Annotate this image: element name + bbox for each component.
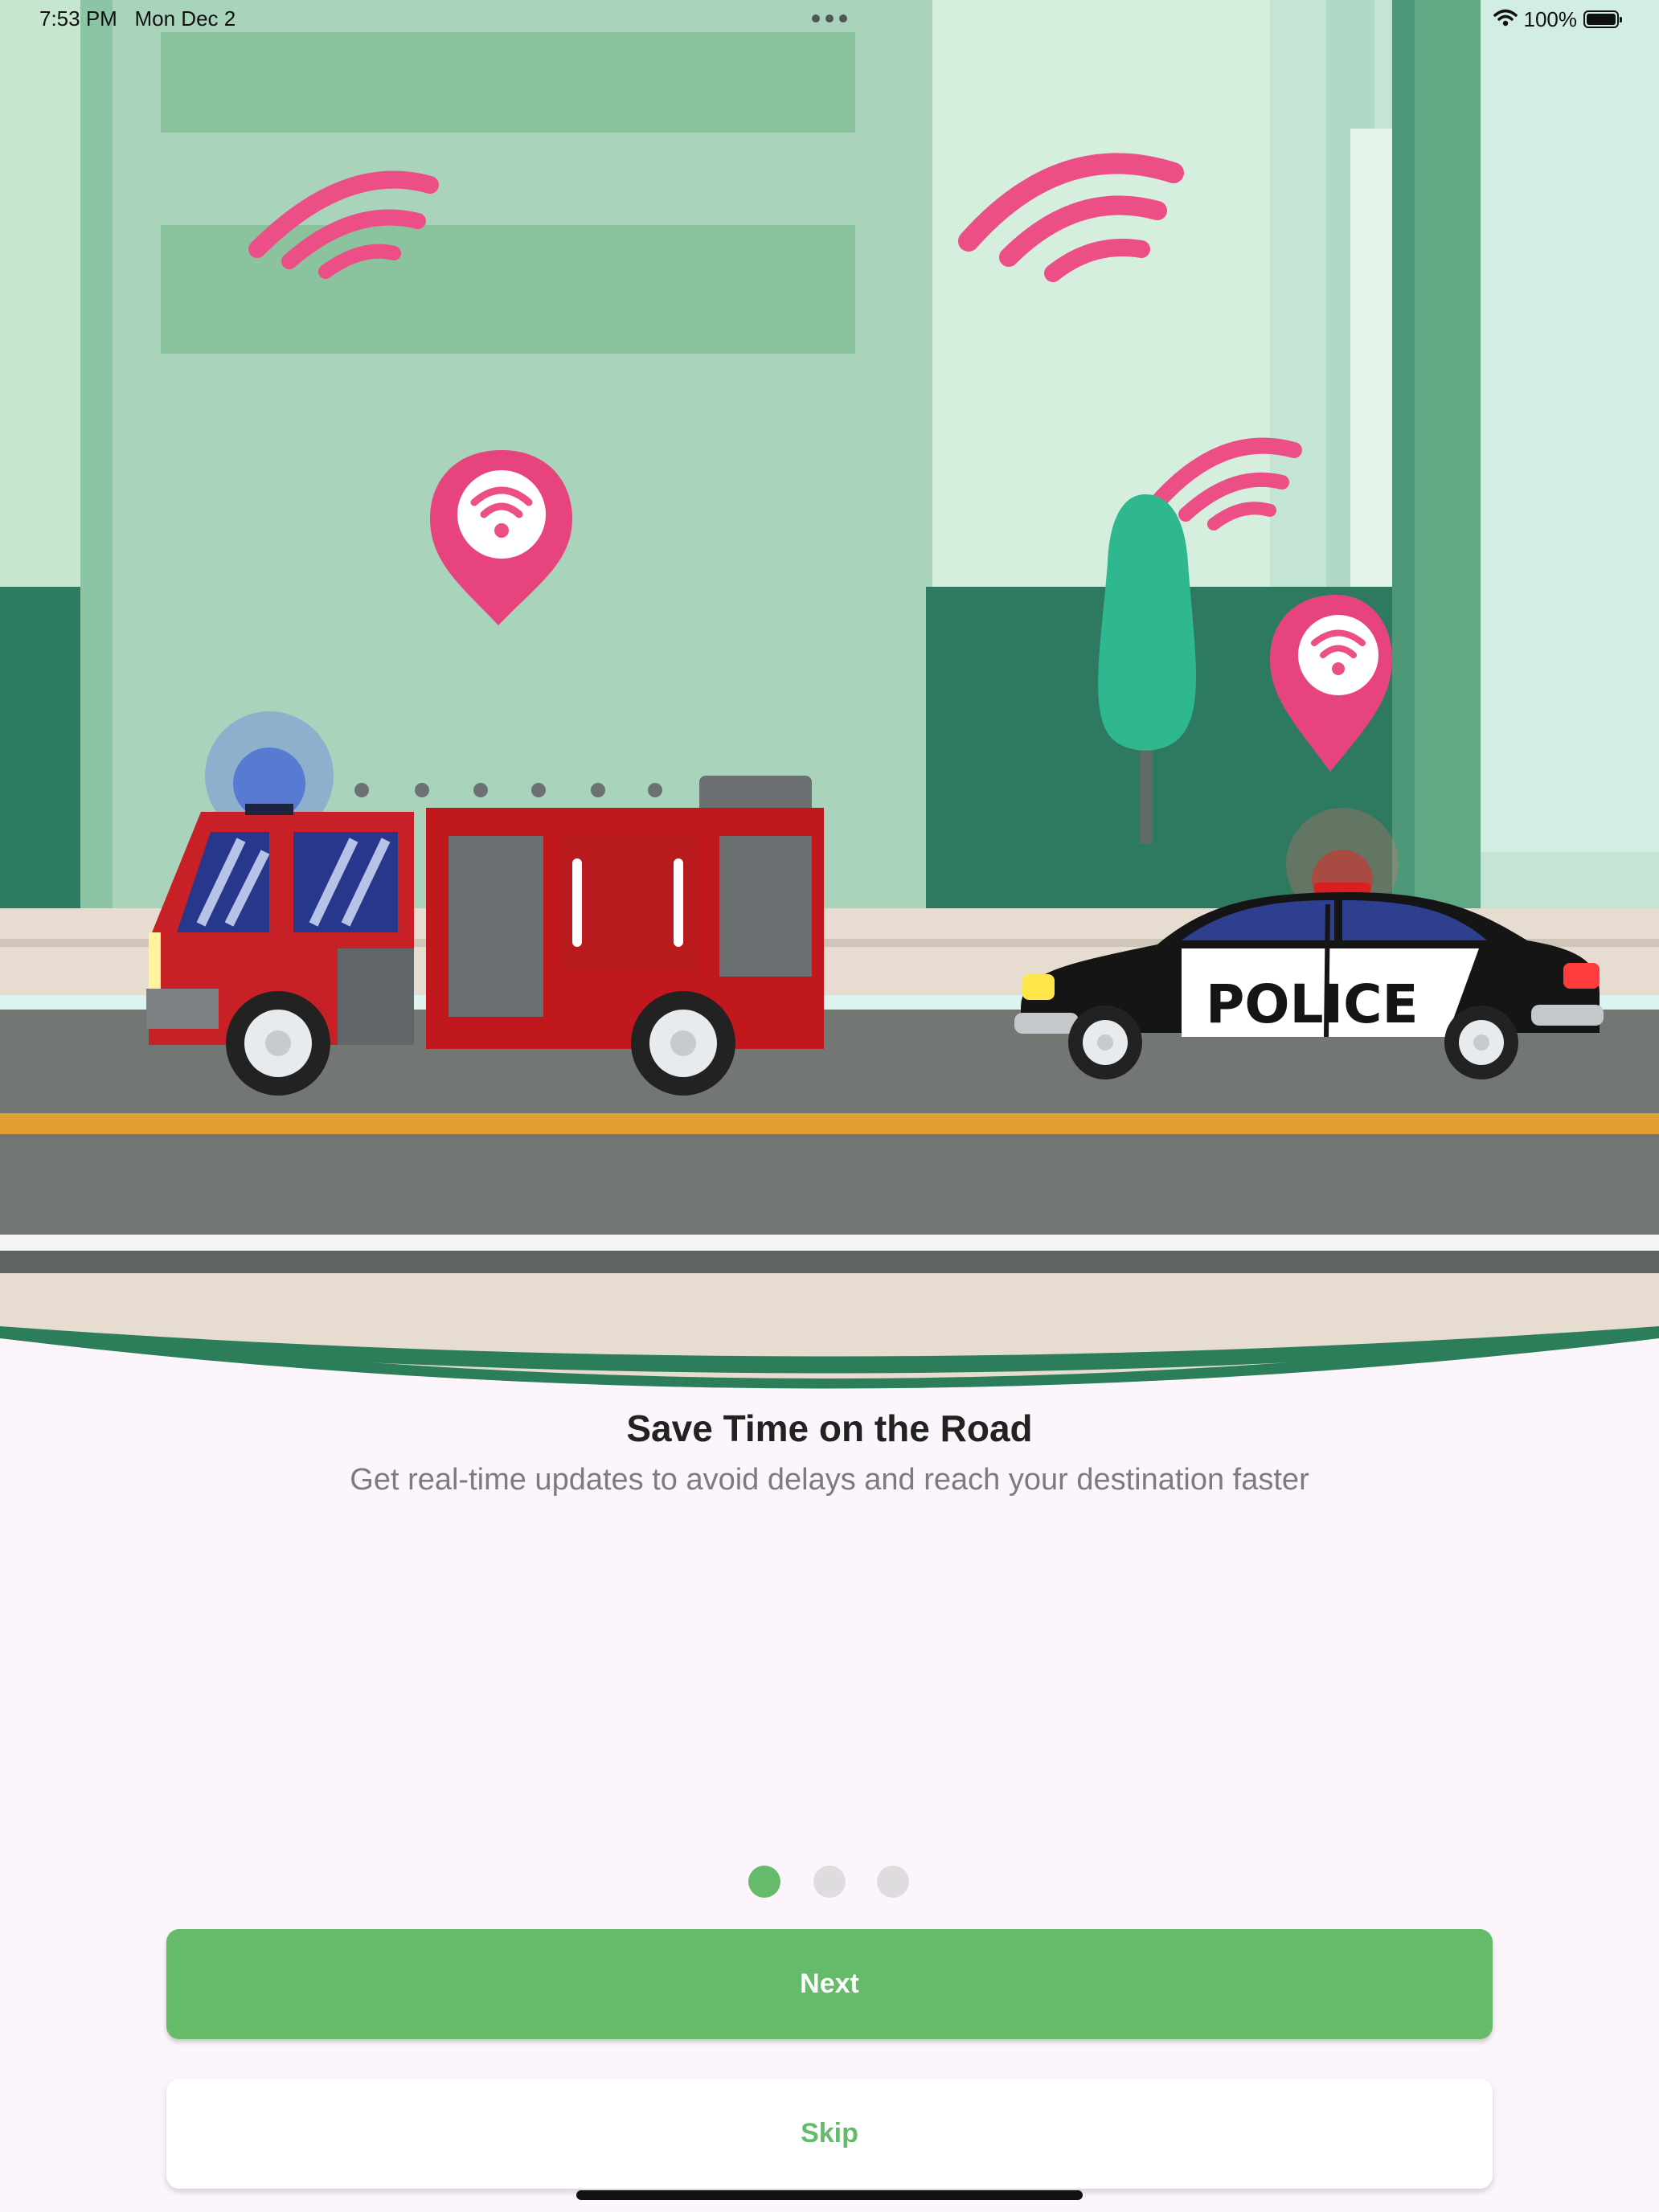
home-indicator[interactable] (576, 2190, 1083, 2200)
wifi-icon (1493, 8, 1518, 31)
police-car-label: POLICE (1206, 973, 1419, 1035)
status-indicators: 100% (1493, 5, 1622, 34)
onboarding-illustration: POLICE (0, 0, 1659, 1389)
next-button[interactable]: Next (166, 1929, 1493, 2039)
skip-button[interactable]: Skip (166, 2079, 1493, 2189)
status-time: 7:53 PM Mon Dec 2 (39, 6, 236, 31)
onboarding-title: Save Time on the Road (626, 1407, 1033, 1449)
page-indicator (748, 1866, 911, 1899)
battery-percentage: 100% (1523, 6, 1578, 31)
page-dot-3[interactable] (877, 1866, 909, 1898)
status-bar: 7:53 PM Mon Dec 2 100% (0, 0, 1659, 39)
multitasking-dots-icon[interactable] (812, 14, 847, 23)
page-dot-1[interactable] (748, 1866, 780, 1898)
battery-icon (1583, 10, 1622, 28)
page-dot-2[interactable] (813, 1866, 846, 1898)
status-date: Mon Dec 2 (134, 6, 236, 31)
onboarding-subtitle: Get real-time updates to avoid delays an… (350, 1463, 1309, 1497)
status-clock: 7:53 PM (39, 6, 117, 31)
